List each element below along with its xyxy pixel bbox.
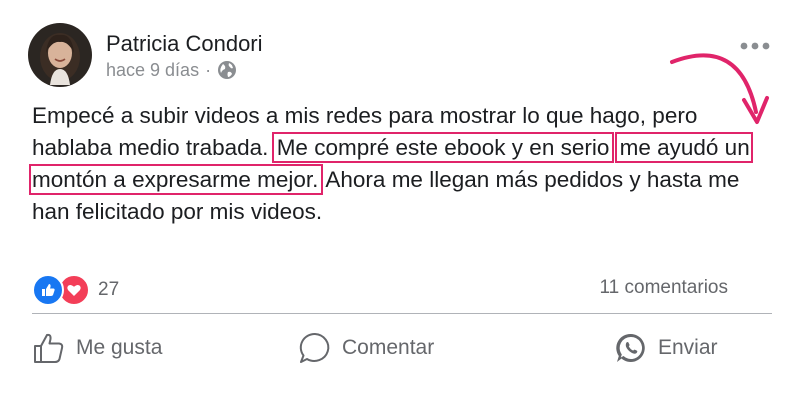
reactions-summary[interactable]: 27 [32,274,120,306]
whatsapp-icon [616,333,645,362]
post-meta: hace 9 días · [106,58,237,82]
author-name[interactable]: Patricia Condori [106,30,263,58]
like-button-label: Me gusta [76,336,163,359]
reaction-count: 27 [98,279,120,300]
comment-button[interactable]: Comentar [298,328,434,368]
facebook-post: Patricia Condori hace 9 días · Empecé a … [0,0,800,400]
send-button[interactable]: Enviar [614,328,718,368]
thumbs-up-icon [34,333,64,363]
globe-icon[interactable] [217,60,237,80]
comments-count-link[interactable]: 11 comentarios [600,276,729,300]
author-avatar[interactable] [28,23,92,87]
send-button-label: Enviar [658,336,718,359]
post-text: Empecé a subir videos a mis redes para m… [29,100,768,228]
post-text-highlight-1: Me compré este ebook y en serio [271,132,615,163]
comment-button-label: Comentar [342,336,435,359]
like-button[interactable]: Me gusta [32,328,162,368]
meta-separator: · [205,60,212,80]
post-timestamp[interactable]: hace 9 días [106,58,199,82]
like-reaction-icon [32,274,64,306]
divider [32,313,772,314]
comment-bubble-icon [299,332,330,363]
